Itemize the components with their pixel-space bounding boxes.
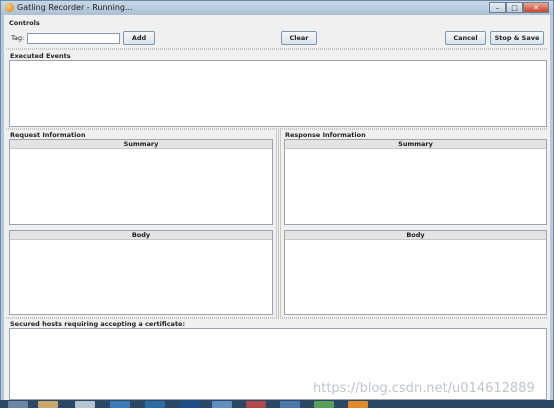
window-controls: – □ ✕ bbox=[489, 2, 549, 13]
taskbar-app-icon[interactable] bbox=[145, 401, 165, 408]
info-separator bbox=[6, 317, 547, 319]
taskbar-app-icon[interactable] bbox=[180, 401, 200, 408]
client-area: Controls Tag: Add Clear Cancel Stop & Sa… bbox=[4, 15, 550, 400]
watermark-url: https://blog.csdn.net/u014612889 bbox=[313, 381, 535, 396]
request-information-legend: Request Information bbox=[10, 131, 86, 139]
executed-events-list[interactable] bbox=[9, 60, 547, 127]
taskbar-app-icon[interactable] bbox=[348, 401, 368, 408]
taskbar-app-icon[interactable] bbox=[280, 401, 300, 408]
clear-button[interactable]: Clear bbox=[281, 31, 317, 45]
response-body-title: Body bbox=[285, 231, 546, 240]
close-button[interactable]: ✕ bbox=[523, 2, 549, 13]
taskbar-app-icon[interactable] bbox=[314, 401, 334, 408]
response-information-legend: Response Information bbox=[285, 131, 366, 139]
recorder-window: Gatling Recorder - Running... – □ ✕ Cont… bbox=[0, 0, 554, 408]
request-body-title: Body bbox=[10, 231, 272, 240]
secured-hosts-legend: Secured hosts requiring accepting a cert… bbox=[10, 320, 186, 328]
maximize-button[interactable]: □ bbox=[506, 2, 523, 13]
add-button[interactable]: Add bbox=[123, 31, 155, 45]
request-summary-title: Summary bbox=[10, 140, 272, 149]
response-body-panel[interactable]: Body bbox=[284, 230, 547, 315]
taskbar-window-icon[interactable] bbox=[75, 401, 95, 408]
request-summary-panel[interactable]: Summary bbox=[9, 139, 273, 225]
taskbar-folder-icon[interactable] bbox=[38, 401, 58, 408]
request-body-panel[interactable]: Body bbox=[9, 230, 273, 315]
taskbar-app-icon[interactable] bbox=[246, 401, 266, 408]
taskbar-app-icon[interactable] bbox=[212, 401, 232, 408]
split-pane-divider[interactable] bbox=[276, 129, 282, 318]
controls-legend: Controls bbox=[9, 19, 40, 27]
window-title: Gatling Recorder - Running... bbox=[17, 3, 133, 12]
taskbar-app-icon[interactable] bbox=[110, 401, 130, 408]
stop-and-save-button[interactable]: Stop & Save bbox=[490, 31, 544, 45]
tag-label: Tag: bbox=[11, 34, 25, 42]
minimize-button[interactable]: – bbox=[489, 2, 506, 13]
executed-events-legend: Executed Events bbox=[10, 52, 71, 60]
tag-input[interactable] bbox=[27, 33, 120, 44]
controls-separator bbox=[6, 48, 547, 50]
cancel-button[interactable]: Cancel bbox=[445, 31, 486, 45]
taskbar-app-icon[interactable] bbox=[8, 401, 28, 408]
response-summary-panel[interactable]: Summary bbox=[284, 139, 547, 225]
gatling-app-icon bbox=[5, 3, 14, 12]
response-summary-title: Summary bbox=[285, 140, 546, 149]
title-bar[interactable]: Gatling Recorder - Running... – □ ✕ bbox=[1, 1, 553, 15]
